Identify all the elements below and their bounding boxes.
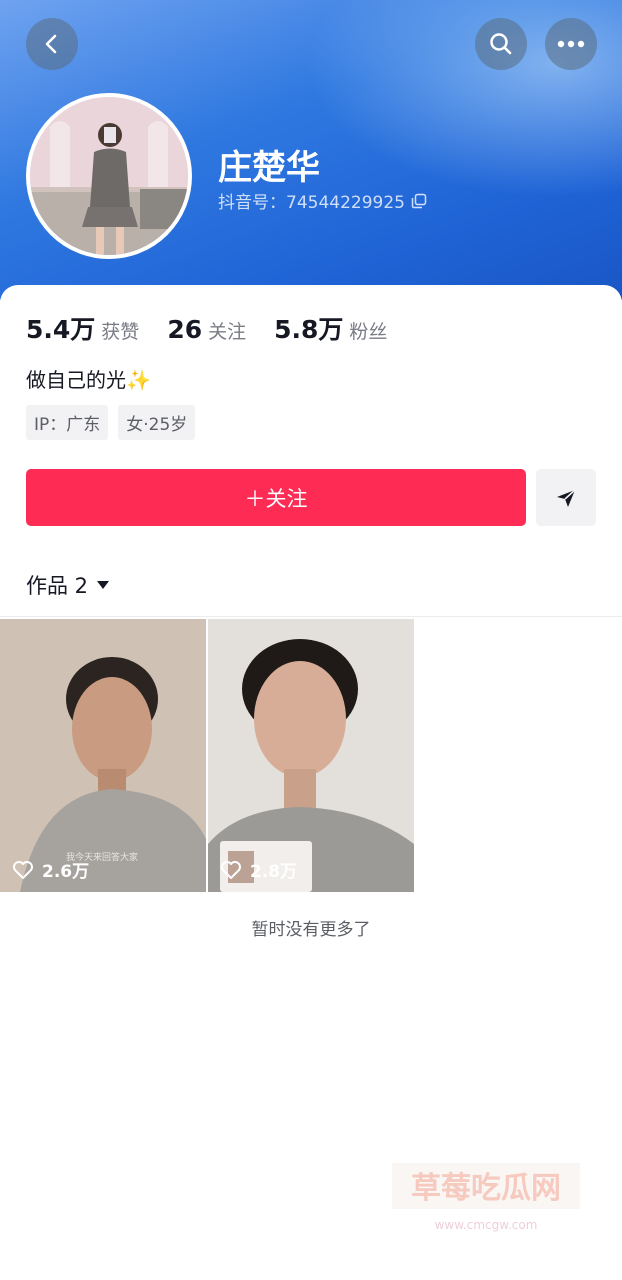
- video-likes-count: 2.6万: [42, 862, 90, 882]
- video-thumbnail[interactable]: 2.8万: [208, 619, 414, 892]
- divider: [0, 616, 622, 617]
- video-thumbnail[interactable]: 我今天来回答大家 2.6万: [0, 619, 206, 892]
- heart-icon: [221, 860, 241, 879]
- search-icon: [490, 33, 512, 55]
- gender-age-tag: 女·25岁: [118, 405, 196, 440]
- profile-stats: 5.4万 获赞 26 关注 5.8万 粉丝: [26, 310, 415, 346]
- stat-value: 26: [167, 315, 203, 344]
- heart-icon: [13, 860, 33, 879]
- watermark-url: www.cmcgw.com: [435, 1218, 538, 1232]
- nickname: 庄楚华: [218, 148, 320, 188]
- tab-works[interactable]: 作品 2: [26, 570, 110, 600]
- follow-button[interactable]: ＋关注: [26, 469, 526, 526]
- more-horizontal-icon: [557, 40, 585, 48]
- stat-followers[interactable]: 5.8万 粉丝: [274, 310, 387, 346]
- copy-icon[interactable]: [411, 193, 427, 209]
- stat-value: 5.4万: [26, 315, 96, 344]
- video-likes: 2.8万: [220, 857, 297, 882]
- tab-works-label: 作品 2: [26, 574, 89, 598]
- video-cover: [208, 619, 414, 892]
- send-icon: [557, 488, 576, 507]
- site-watermark: 草莓吃瓜网 www.cmcgw.com: [392, 1163, 580, 1232]
- caret-down-icon: [97, 581, 110, 589]
- avatar-photo: [30, 97, 188, 255]
- stat-value: 5.8万: [274, 315, 344, 344]
- profile-tags: IP：广东 女·25岁: [26, 405, 196, 440]
- chevron-left-icon: [45, 34, 57, 54]
- share-button[interactable]: [536, 469, 596, 526]
- avatar[interactable]: [26, 93, 192, 259]
- back-button[interactable]: [26, 18, 78, 70]
- bio: 做自己的光✨: [26, 368, 151, 392]
- douyin-id-row[interactable]: 抖音号：74544229925: [218, 188, 427, 213]
- video-cover: 我今天来回答大家: [0, 619, 206, 892]
- more-button[interactable]: [545, 18, 597, 70]
- stat-label: 关注: [208, 321, 247, 343]
- stat-label: 获赞: [101, 321, 140, 343]
- follow-button-label: ＋关注: [244, 486, 308, 511]
- video-likes-count: 2.8万: [250, 862, 298, 882]
- watermark-title: 草莓吃瓜网: [411, 1171, 561, 1206]
- douyin-id: 抖音号：74544229925: [218, 193, 405, 213]
- video-likes: 2.6万: [12, 857, 89, 882]
- no-more-text: 暂时没有更多了: [251, 920, 371, 940]
- stat-likes[interactable]: 5.4万 获赞: [26, 310, 139, 346]
- stat-label: 粉丝: [349, 321, 388, 343]
- ip-location-tag: IP：广东: [26, 405, 109, 440]
- stat-following[interactable]: 26 关注: [167, 315, 246, 344]
- search-button[interactable]: [475, 18, 527, 70]
